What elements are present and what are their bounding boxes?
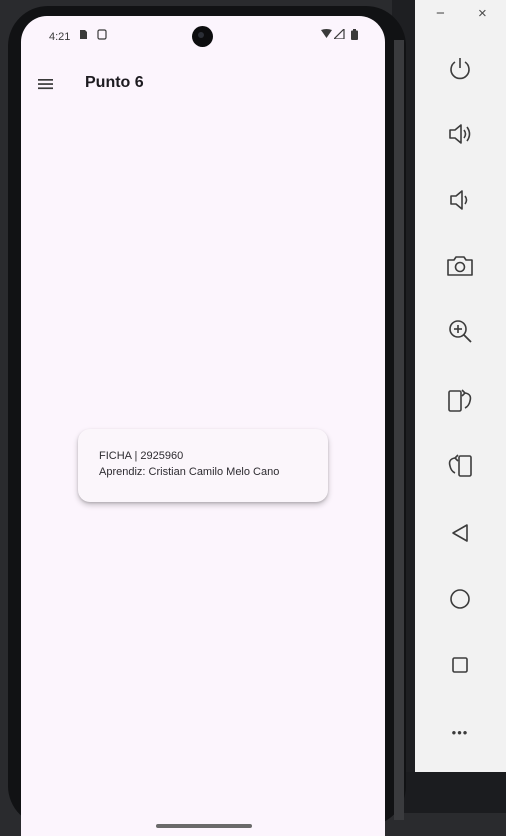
status-time: 4:21 [49,31,71,43]
cellular-signal-icon [334,29,345,39]
page-title: Punto 6 [85,74,144,91]
status-bar: 4:21 [21,16,385,56]
sim-card-icon [80,30,87,39]
gesture-nav-handle[interactable] [156,824,252,828]
zoom-in-icon [449,320,472,343]
phone-frame-edge [394,40,404,820]
info-card: FICHA | 2925960 Aprendiz: Cristian Camil… [78,429,328,502]
volume-up-button[interactable] [441,115,479,153]
power-button[interactable] [441,50,479,88]
power-icon [450,58,470,80]
menu-icon[interactable] [35,74,57,94]
close-button[interactable]: × [478,6,487,21]
minimize-button[interactable]: − [436,6,445,21]
overview-button[interactable] [441,646,479,684]
rotate-right-icon [448,454,472,477]
rotate-left-icon [448,389,472,412]
app-bar: Punto 6 [21,66,385,102]
ficha-text: FICHA | 2925960 [99,450,184,462]
camera-icon [447,256,473,276]
home-button[interactable] [441,580,479,618]
volume-down-button[interactable] [441,181,479,219]
volume-down-icon [450,190,468,210]
battery-icon [351,29,358,40]
back-button[interactable] [441,514,479,552]
overview-icon [452,657,468,673]
home-icon [450,589,470,609]
more-button[interactable]: ••• [441,713,479,751]
screenshot-button[interactable] [441,247,479,285]
zoom-button[interactable] [441,312,479,350]
phone-screen: 4:21 Punto 6 FICHA | 2925960 Aprendiz: C… [21,16,385,836]
front-camera [192,26,213,47]
aprendiz-text: Aprendiz: Cristian Camilo Melo Cano [99,466,280,478]
more-icon: ••• [451,724,469,740]
rotate-left-button[interactable] [441,382,479,420]
ide-bottom-area [392,772,506,813]
back-icon [452,524,468,542]
volume-up-icon [449,124,471,144]
notification-icon [97,29,107,40]
rotate-right-button[interactable] [441,447,479,485]
emulator-toolbar: − × ••• [415,0,506,772]
wifi-icon [321,29,332,38]
